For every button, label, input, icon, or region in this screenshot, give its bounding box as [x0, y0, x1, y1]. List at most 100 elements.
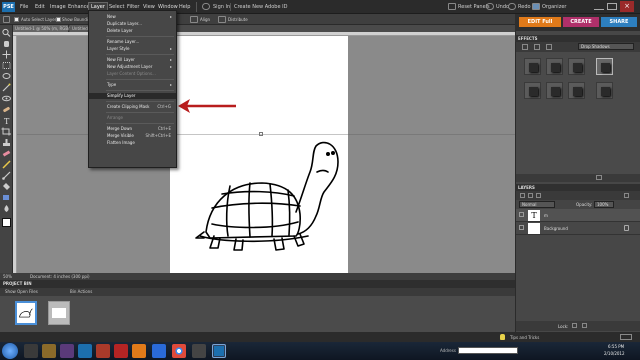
thumbnail-turtle[interactable]	[15, 301, 37, 325]
taskbar-app-icon[interactable]	[192, 344, 206, 358]
visibility-eye-icon[interactable]	[519, 225, 524, 230]
lasso-tool[interactable]	[1, 72, 12, 81]
effect-tile[interactable]	[568, 82, 585, 99]
menu-edit[interactable]: Edit	[33, 3, 47, 12]
effects-photo-icon[interactable]	[546, 44, 552, 50]
spot-healing-tool[interactable]	[1, 105, 12, 114]
auto-select-label: Auto Select Layer	[21, 17, 57, 22]
menu-image[interactable]: Image	[48, 3, 68, 12]
type-tool[interactable]: T	[1, 116, 12, 125]
lock-all-icon[interactable]	[582, 323, 587, 328]
paint-bucket-tool[interactable]	[1, 182, 12, 191]
menu-item-label: Merge Down	[107, 126, 133, 131]
auto-select-checkbox[interactable]	[14, 17, 19, 22]
taskbar-chrome-icon[interactable]	[172, 344, 186, 358]
panel-toggle-icon[interactable]	[620, 334, 632, 340]
taskbar-app-icon[interactable]	[60, 344, 74, 358]
effect-tile[interactable]	[524, 58, 541, 75]
magic-wand-tool[interactable]	[1, 83, 12, 92]
menu-file[interactable]: File	[18, 3, 30, 12]
effect-tile[interactable]	[524, 82, 541, 99]
new-layer-icon[interactable]	[520, 193, 525, 198]
sign-in-link[interactable]: Sign In	[213, 4, 230, 10]
thumbnail-image-2[interactable]	[48, 301, 70, 325]
maximize-icon[interactable]	[607, 3, 617, 10]
taskbar-app-icon[interactable]	[42, 344, 56, 358]
eraser-tool[interactable]	[1, 149, 12, 158]
menu-item-simplify-layer[interactable]: Simplify Layer	[89, 93, 176, 99]
user-icon	[202, 3, 210, 10]
blend-mode-dropdown[interactable]: Normal	[519, 201, 555, 208]
taskbar-ie-icon[interactable]	[152, 344, 166, 358]
menu-item-new-fill-layer[interactable]: New Fill Layer ▸	[89, 57, 176, 63]
start-button[interactable]	[2, 343, 18, 359]
taskbar-photoshop-icon[interactable]	[78, 344, 92, 358]
taskbar-firefox-icon[interactable]	[132, 344, 146, 358]
menu-item-type[interactable]: Type ▸	[89, 82, 176, 88]
layer-row-background[interactable]: Background	[516, 222, 640, 235]
shape-tool[interactable]	[1, 193, 12, 202]
effects-layer-icon[interactable]	[522, 44, 528, 50]
menu-item-merge-down[interactable]: Merge Down Ctrl+E	[89, 126, 176, 132]
tab-untitled-1[interactable]: Untitled-1 @ 50% (m, RGB/8) *	[13, 25, 77, 32]
effects-category-dropdown[interactable]: Drop Shadows	[578, 43, 634, 50]
menu-item-layer-style[interactable]: Layer Style ▸	[89, 46, 176, 52]
menu-item-rename-layer[interactable]: Rename Layer...	[89, 39, 176, 45]
effects-filter-icon[interactable]	[534, 44, 540, 50]
menu-item-delete-layer[interactable]: Delete Layer	[89, 28, 176, 34]
crop-tool[interactable]	[1, 127, 12, 136]
create-adobe-id-link[interactable]: Create New Adobe ID	[234, 4, 287, 10]
taskbar-filezilla-icon[interactable]	[114, 344, 128, 358]
blur-tool[interactable]	[1, 204, 12, 213]
align-button[interactable]: Align	[200, 17, 210, 22]
menu-item-flatten-image[interactable]: Flatten Image	[89, 140, 176, 146]
eye-tool[interactable]	[1, 94, 12, 103]
document-canvas[interactable]	[170, 36, 348, 273]
address-input[interactable]	[458, 347, 518, 354]
close-icon[interactable]: ×	[620, 1, 634, 12]
taskbar-pse-active-icon[interactable]	[212, 344, 226, 358]
opacity-input[interactable]: 100%	[594, 201, 614, 208]
hand-tool[interactable]	[1, 39, 12, 48]
reset-panels-button[interactable]: Reset Panels	[458, 4, 490, 10]
taskbar-app-icon[interactable]	[24, 344, 38, 358]
organizer-button[interactable]: Organizer	[542, 4, 566, 10]
mask-icon[interactable]	[536, 193, 541, 198]
effect-tile[interactable]	[568, 58, 585, 75]
effect-tile[interactable]	[546, 82, 563, 99]
effect-tile-selected[interactable]	[596, 58, 613, 75]
share-mode-button[interactable]: SHARE	[601, 17, 637, 27]
menu-item-merge-visible[interactable]: Merge Visible Shift+Ctrl+E	[89, 133, 176, 139]
effect-tile[interactable]	[546, 58, 563, 75]
tips-and-tricks-link[interactable]: Tips and Tricks	[510, 335, 539, 340]
edit-mode-button[interactable]: EDIT Full	[519, 17, 561, 27]
menu-item-new[interactable]: New ▸	[89, 14, 176, 20]
menu-help[interactable]: Help	[177, 3, 192, 12]
layer-row-text[interactable]: T m	[516, 209, 640, 222]
create-mode-button[interactable]: CREATE	[563, 17, 599, 27]
lock-transparent-icon[interactable]	[572, 323, 577, 328]
bin-actions-menu[interactable]: Bin Actions	[70, 288, 92, 296]
menu-item-new-adjustment-layer[interactable]: New Adjustment Layer ▸	[89, 64, 176, 70]
move-tool[interactable]	[1, 50, 12, 59]
adjustment-layer-icon[interactable]	[528, 193, 533, 198]
redo-button[interactable]: Redo	[518, 4, 531, 10]
apply-effect-icon[interactable]	[596, 175, 602, 180]
zoom-tool[interactable]	[1, 28, 12, 37]
pencil-tool[interactable]	[1, 160, 12, 169]
visibility-eye-icon[interactable]	[519, 212, 524, 217]
delete-layer-icon[interactable]	[624, 193, 629, 198]
effect-tile[interactable]	[596, 82, 613, 99]
clone-stamp-tool[interactable]	[1, 138, 12, 147]
menu-item-duplicate-layer[interactable]: Duplicate Layer...	[89, 21, 176, 27]
minimize-icon[interactable]	[594, 3, 604, 10]
show-bounding-checkbox[interactable]	[56, 17, 61, 22]
taskbar-app-icon[interactable]	[96, 344, 110, 358]
marquee-tool[interactable]	[1, 61, 12, 70]
background-color-swatch[interactable]	[2, 218, 11, 227]
layer-name: m	[544, 213, 548, 218]
menu-item-create-clipping-mask[interactable]: Create Clipping Mask Ctrl+G	[89, 104, 176, 110]
show-open-files-dropdown[interactable]: Show Open Files	[5, 288, 38, 296]
brush-tool[interactable]	[1, 171, 12, 180]
distribute-button[interactable]: Distribute	[228, 17, 248, 22]
